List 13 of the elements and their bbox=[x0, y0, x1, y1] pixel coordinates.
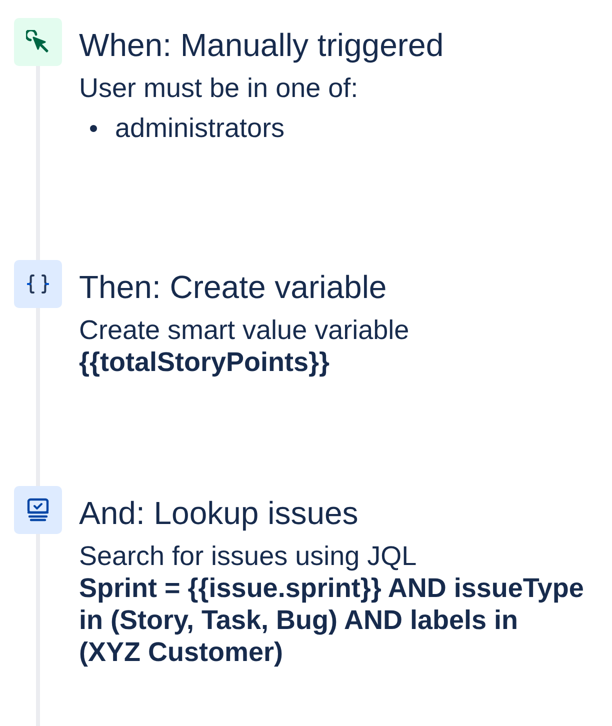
step-detail: {{totalStoryPoints}} bbox=[79, 346, 331, 378]
braces-icon bbox=[27, 274, 49, 294]
step-title[interactable]: When: Manually triggered bbox=[79, 27, 612, 63]
step-description: Search for issues using JQL bbox=[79, 540, 418, 572]
monitor-check-icon bbox=[26, 498, 50, 522]
bullet-icon bbox=[90, 124, 97, 132]
step-title[interactable]: Then: Create variable bbox=[79, 269, 612, 305]
step-detail: Sprint = {{issue.sprint}} AND issueType in (Story, Task, Bug) AND labels in (XYZ Customer) bbox=[79, 572, 584, 668]
step-description: Create smart value variable bbox=[79, 314, 410, 346]
step-description: User must be in one of: bbox=[79, 72, 360, 104]
cursor-click-icon bbox=[26, 30, 50, 54]
user-group-item: administrators bbox=[115, 112, 285, 144]
step-title[interactable]: And: Lookup issues bbox=[79, 495, 612, 531]
